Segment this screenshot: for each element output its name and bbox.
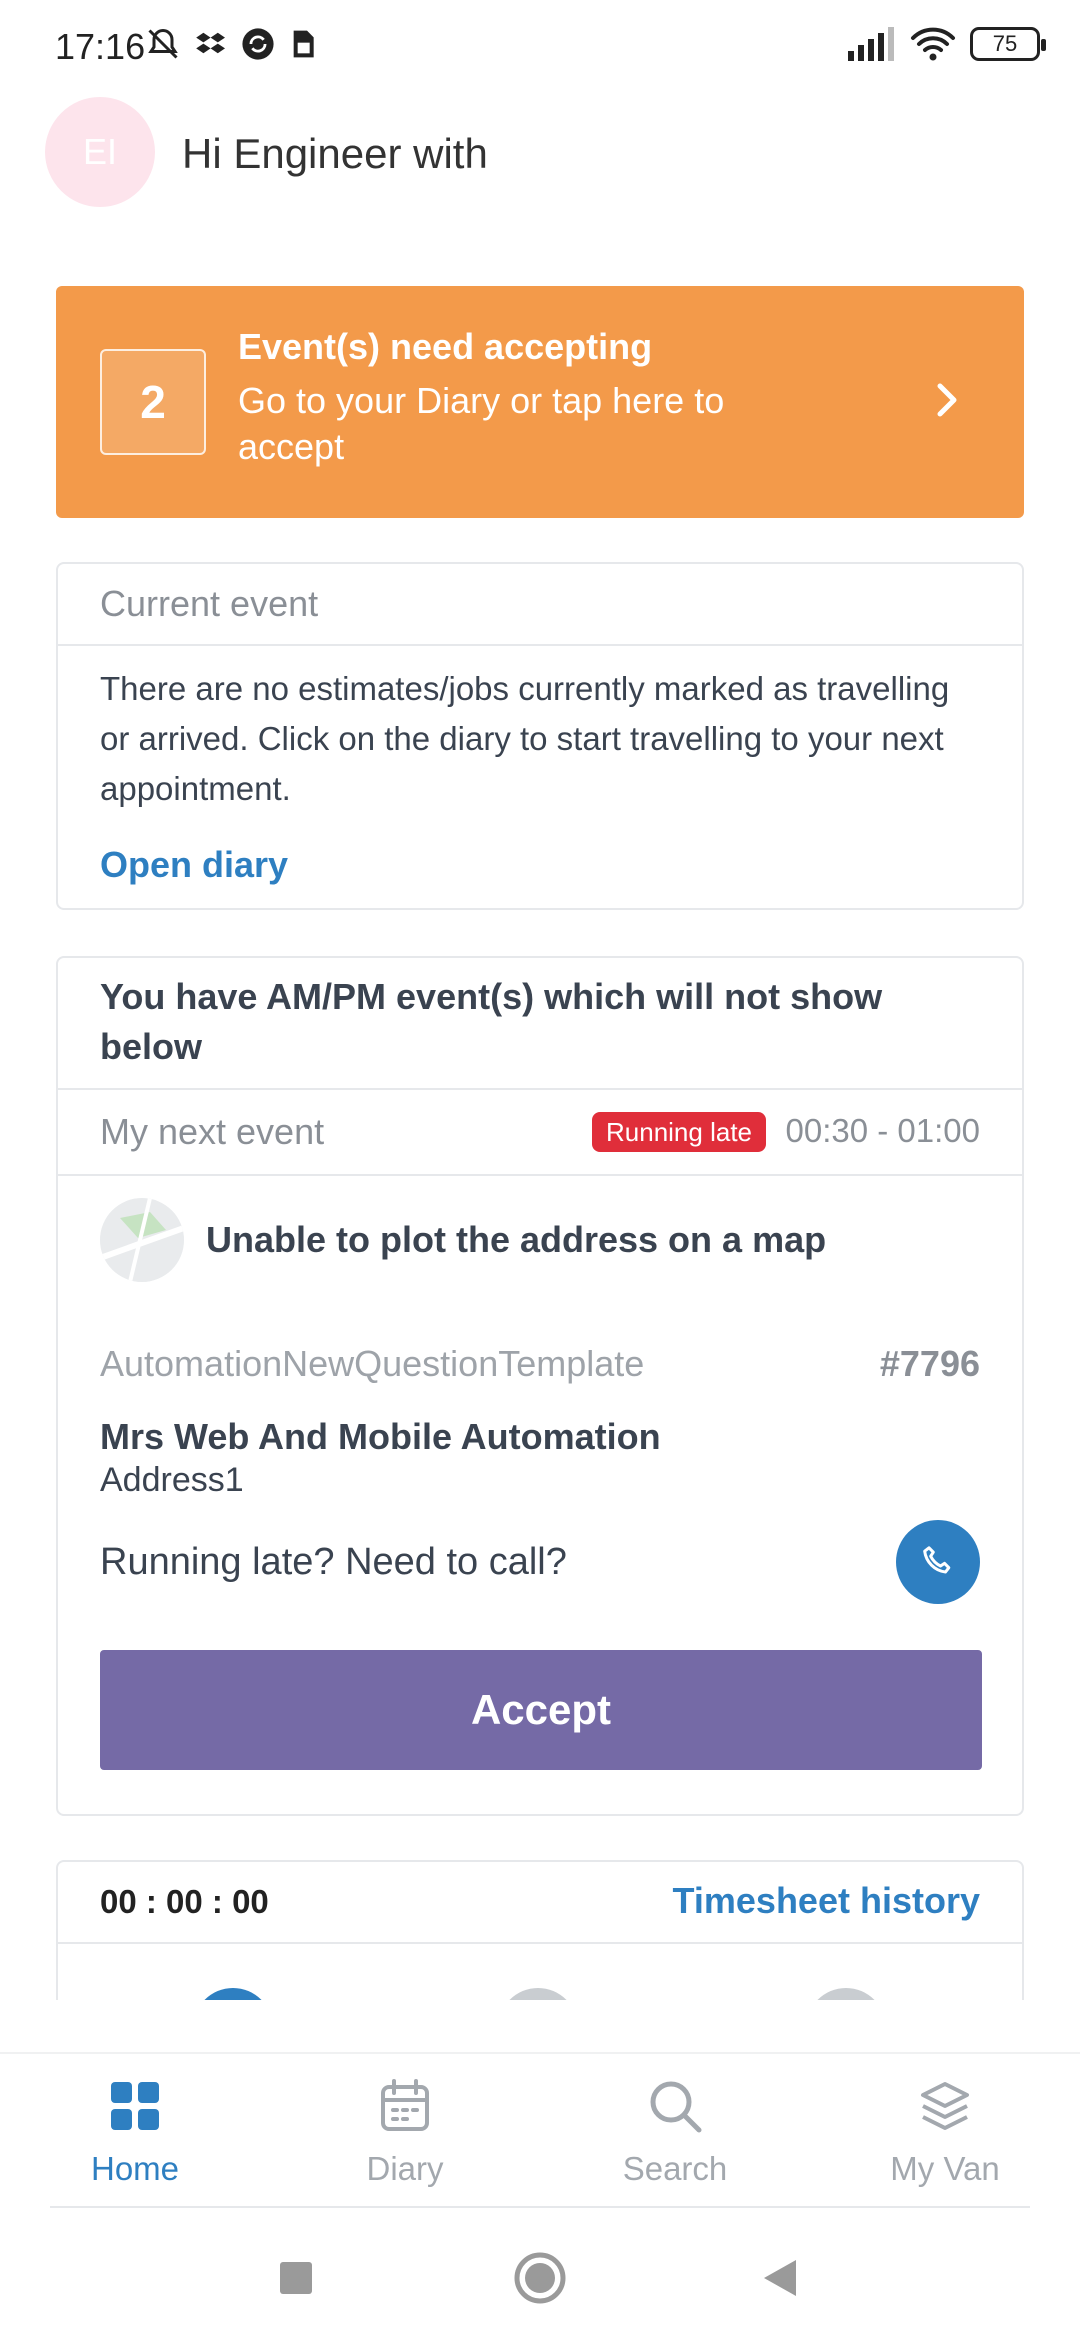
event-template-name: AutomationNewQuestionTemplate — [100, 1343, 645, 1384]
search-icon — [650, 2081, 702, 2133]
status-notification-icons — [145, 26, 317, 62]
nav-home-label: Home — [90, 2150, 180, 2187]
next-event-card: You have AM/PM event(s) which will not s… — [56, 956, 1024, 1816]
status-system-icons: 75 — [846, 26, 1046, 62]
timesheet-history-link[interactable]: Timesheet history — [673, 1880, 980, 1922]
nav-my-van-label: My Van — [890, 2150, 1000, 2187]
calendar-icon — [381, 2079, 429, 2131]
nav-divider — [50, 2206, 1030, 2208]
back-icon[interactable] — [760, 2250, 800, 2310]
event-time-range: 00:30 - 01:00 — [785, 1112, 981, 1149]
map-row: Unable to plot the address on a map — [100, 1198, 826, 1282]
call-prompt: Running late? Need to call? — [100, 1541, 567, 1583]
sync-app-icon — [242, 28, 274, 60]
open-diary-link[interactable]: Open diary — [100, 844, 288, 886]
call-button[interactable] — [896, 1520, 980, 1604]
nav-home[interactable]: Home — [0, 2054, 270, 2210]
wifi-icon — [911, 27, 955, 61]
greeting-text: Hi Engineer with — [182, 130, 488, 177]
nav-diary[interactable]: Diary — [270, 2054, 540, 2210]
map-unavailable-message: Unable to plot the address on a map — [206, 1219, 827, 1260]
dropbox-icon — [196, 32, 225, 54]
signal-icon — [848, 27, 894, 61]
current-event-message: There are no estimates/jobs currently ma… — [100, 670, 950, 807]
nav-diary-label: Diary — [366, 2150, 444, 2187]
sim-card-icon — [293, 30, 314, 58]
customer-name: Mrs Web And Mobile Automation — [100, 1416, 661, 1457]
next-event-title: My next event — [100, 1111, 325, 1152]
bottom-navigation: Home Diary Search My Van — [0, 2052, 1080, 2208]
layers-icon — [921, 2082, 969, 2130]
current-event-card: Current event There are no estimates/job… — [56, 562, 1024, 910]
system-navigation-bar — [0, 2220, 1080, 2340]
nav-search[interactable]: Search — [540, 2054, 810, 2210]
accept-button[interactable]: Accept — [100, 1650, 982, 1770]
job-number: #7796 — [879, 1343, 980, 1384]
banner-title: Event(s) need accepting — [238, 326, 653, 367]
pending-count-badge: 2 — [100, 349, 206, 455]
avatar[interactable]: EI — [45, 97, 155, 207]
timesheet-card: 00 : 00 : 00 Timesheet history — [56, 1860, 1024, 2000]
phone-icon — [923, 1546, 951, 1574]
timesheet-row: 00 : 00 : 00 Timesheet history — [58, 1862, 1022, 1944]
map-icon — [100, 1198, 184, 1282]
recent-apps-icon[interactable] — [278, 2250, 314, 2310]
battery-indicator: 75 — [970, 27, 1046, 61]
status-time: 17:16 — [55, 26, 146, 67]
ampm-notice: You have AM/PM event(s) which will not s… — [58, 958, 1022, 1090]
next-event-header: My next event Running late 00:30 - 01:00 — [58, 1090, 1022, 1176]
banner-subtitle: Go to your Diary or tap here to accept — [238, 380, 725, 467]
timesheet-action-icon[interactable] — [193, 1988, 273, 2000]
home-grid-icon — [111, 2082, 159, 2130]
timesheet-action-icon[interactable] — [806, 1988, 886, 2000]
events-accept-banner[interactable]: 2 Event(s) need accepting Go to your Dia… — [56, 286, 1024, 518]
nav-search-label: Search — [622, 2150, 728, 2187]
chevron-right-icon — [937, 383, 957, 417]
nav-my-van[interactable]: My Van — [810, 2054, 1080, 2210]
timer-value: 00 : 00 : 00 — [100, 1883, 269, 1920]
home-button-icon[interactable] — [510, 2250, 570, 2310]
timesheet-action-icon[interactable] — [498, 1988, 578, 2000]
current-event-header: Current event — [58, 564, 1022, 646]
running-late-badge: Running late — [592, 1112, 766, 1152]
customer-address: Address1 — [100, 1461, 244, 1499]
status-bar: 17:16 75 — [0, 0, 1080, 90]
bell-muted-icon — [148, 28, 178, 59]
